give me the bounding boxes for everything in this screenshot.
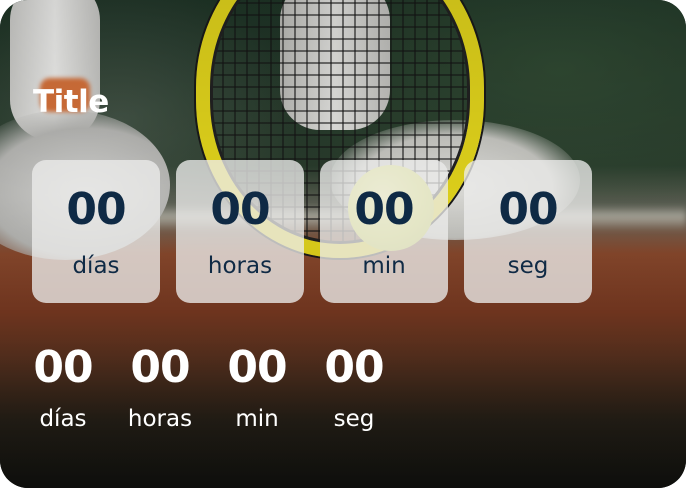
countdown-item-seconds: 00 seg — [321, 343, 387, 433]
countdown-item-days: 00 días — [30, 343, 96, 433]
countdown-box-unit: min — [362, 253, 406, 279]
countdown-box-days: 00 días — [32, 160, 160, 303]
countdown-box-minutes: 00 min — [320, 160, 448, 303]
plain-countdown: 00 días 00 horas 00 min 00 seg — [30, 343, 418, 433]
countdown-value: 00 — [33, 342, 93, 393]
countdown-box-unit: días — [72, 253, 120, 279]
countdown-value: 00 — [324, 342, 384, 393]
countdown-box-value: 00 — [210, 184, 270, 235]
countdown-box-unit: horas — [207, 253, 273, 279]
countdown-unit: min — [235, 406, 279, 432]
countdown-card: Title 00 días 00 horas 00 min 00 seg 00 … — [0, 0, 686, 488]
countdown-box-value: 00 — [354, 184, 414, 235]
countdown-box-value: 00 — [498, 184, 558, 235]
card-title: Title — [33, 84, 109, 120]
boxed-countdown: 00 días 00 horas 00 min 00 seg — [32, 160, 592, 303]
countdown-unit: horas — [127, 406, 193, 432]
countdown-box-seconds: 00 seg — [464, 160, 592, 303]
countdown-value: 00 — [130, 342, 190, 393]
countdown-value: 00 — [227, 342, 287, 393]
countdown-box-value: 00 — [66, 184, 126, 235]
countdown-unit: seg — [333, 406, 375, 432]
countdown-box-unit: seg — [507, 253, 549, 279]
countdown-unit: días — [39, 406, 87, 432]
countdown-item-minutes: 00 min — [224, 343, 290, 433]
countdown-box-hours: 00 horas — [176, 160, 304, 303]
countdown-item-hours: 00 horas — [127, 343, 193, 433]
